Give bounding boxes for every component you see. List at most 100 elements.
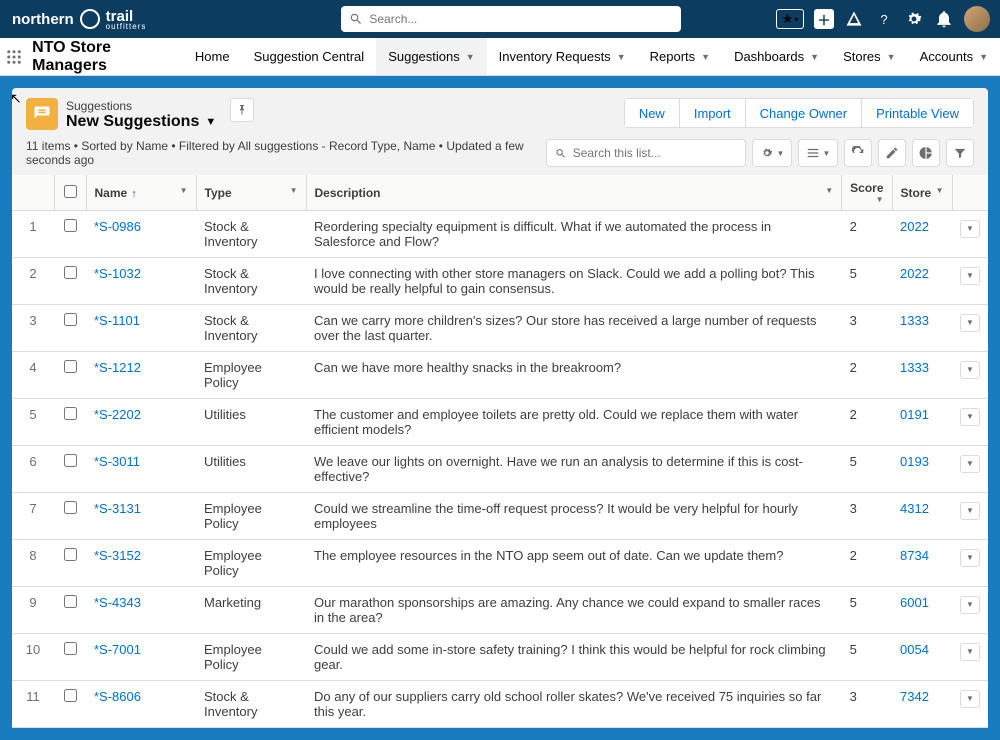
chevron-down-icon[interactable]: ▼ [810,52,819,62]
row-select[interactable] [54,634,86,681]
chevron-down-icon[interactable]: ▼ [701,52,710,62]
chevron-down-icon[interactable]: ▼ [979,52,988,62]
row-action-menu[interactable]: ▼ [960,361,980,379]
nav-tab-reports[interactable]: Reports▼ [638,38,722,75]
global-search-input[interactable] [369,12,673,26]
edit-list-button[interactable] [878,139,906,167]
record-link[interactable]: *S-1212 [94,360,141,375]
row-action-menu[interactable]: ▼ [960,220,980,238]
store-link[interactable]: 6001 [900,595,929,610]
row-action-menu[interactable]: ▼ [960,314,980,332]
row-checkbox[interactable] [64,407,77,420]
row-action-menu[interactable]: ▼ [960,408,980,426]
row-action-menu[interactable]: ▼ [960,596,980,614]
nav-tab-suggestions[interactable]: Suggestions▼ [376,38,486,75]
nav-tab-suggestion-central[interactable]: Suggestion Central [242,38,377,75]
row-checkbox[interactable] [64,501,77,514]
store-link[interactable]: 1333 [900,313,929,328]
chevron-down-icon[interactable]: ▼ [290,186,298,195]
store-link[interactable]: 4312 [900,501,929,516]
favorites-button[interactable]: ★▾ [776,9,804,29]
row-checkbox[interactable] [64,548,77,561]
record-link[interactable]: *S-1032 [94,266,141,281]
list-settings-button[interactable]: ▼ [752,139,792,167]
store-link[interactable]: 2022 [900,219,929,234]
user-avatar[interactable] [964,6,990,32]
chart-button[interactable] [912,139,940,167]
chevron-down-icon[interactable]: ▼ [180,186,188,195]
chevron-down-icon[interactable]: ▼ [466,52,475,62]
chevron-down-icon[interactable]: ▼ [876,195,884,204]
printable-view-button[interactable]: Printable View [862,99,973,127]
col-select-all[interactable] [54,175,86,211]
col-score[interactable]: Score▼ [842,175,892,211]
row-action-menu[interactable]: ▼ [960,690,980,708]
store-link[interactable]: 8734 [900,548,929,563]
nav-tab-dashboards[interactable]: Dashboards▼ [722,38,831,75]
row-select[interactable] [54,258,86,305]
record-link[interactable]: *S-3152 [94,548,141,563]
chevron-down-icon[interactable]: ▼ [936,186,944,195]
list-view-dropdown-icon[interactable]: ▼ [205,116,216,128]
record-link[interactable]: *S-1101 [94,313,140,328]
record-link[interactable]: *S-0986 [94,219,141,234]
store-link[interactable]: 2022 [900,266,929,281]
change-owner-button[interactable]: Change Owner [746,99,862,127]
select-all-checkbox[interactable] [64,185,77,198]
nav-tab-accounts[interactable]: Accounts▼ [908,38,1000,75]
row-checkbox[interactable] [64,595,77,608]
store-link[interactable]: 0191 [900,407,929,422]
row-action-menu[interactable]: ▼ [960,643,980,661]
new-button[interactable]: New [625,99,680,127]
list-view-name[interactable]: New Suggestions ▼ [66,113,216,131]
row-select[interactable] [54,399,86,446]
nav-tab-home[interactable]: Home [183,38,242,75]
pin-list-button[interactable] [230,98,254,122]
notifications-icon[interactable] [934,9,954,29]
row-checkbox[interactable] [64,689,77,702]
record-link[interactable]: *S-3131 [94,501,141,516]
col-description[interactable]: Description▼ [306,175,842,211]
row-action-menu[interactable]: ▼ [960,502,980,520]
row-checkbox[interactable] [64,219,77,232]
row-action-menu[interactable]: ▼ [960,549,980,567]
store-link[interactable]: 7342 [900,689,929,704]
col-type[interactable]: Type▼ [196,175,306,211]
row-select[interactable] [54,587,86,634]
filter-button[interactable] [946,139,974,167]
nav-tab-inventory-requests[interactable]: Inventory Requests▼ [487,38,638,75]
row-checkbox[interactable] [64,360,77,373]
row-checkbox[interactable] [64,266,77,279]
row-select[interactable] [54,352,86,399]
global-add-button[interactable]: ＋ [814,9,834,29]
row-select[interactable] [54,540,86,587]
row-select[interactable] [54,493,86,540]
nav-tab-stores[interactable]: Stores▼ [831,38,908,75]
col-store[interactable]: Store▼ [892,175,952,211]
row-checkbox[interactable] [64,642,77,655]
store-link[interactable]: 0054 [900,642,929,657]
col-name[interactable]: Name↑▼ [86,175,196,211]
record-link[interactable]: *S-4343 [94,595,141,610]
row-action-menu[interactable]: ▼ [960,267,980,285]
import-button[interactable]: Import [680,99,746,127]
store-link[interactable]: 0193 [900,454,929,469]
chevron-down-icon[interactable]: ▼ [887,52,896,62]
store-link[interactable]: 1333 [900,360,929,375]
app-launcher-icon[interactable] [0,38,28,75]
record-link[interactable]: *S-2202 [94,407,141,422]
row-select[interactable] [54,305,86,352]
row-checkbox[interactable] [64,454,77,467]
list-search[interactable] [546,139,746,167]
trailhead-icon[interactable] [844,9,864,29]
global-search[interactable] [341,6,681,32]
setup-gear-icon[interactable] [904,9,924,29]
refresh-button[interactable] [844,139,872,167]
row-select[interactable] [54,681,86,728]
chevron-down-icon[interactable]: ▼ [617,52,626,62]
list-search-input[interactable] [573,146,737,160]
chevron-down-icon[interactable]: ▼ [825,186,833,195]
record-link[interactable]: *S-3011 [94,454,140,469]
row-select[interactable] [54,446,86,493]
row-action-menu[interactable]: ▼ [960,455,980,473]
